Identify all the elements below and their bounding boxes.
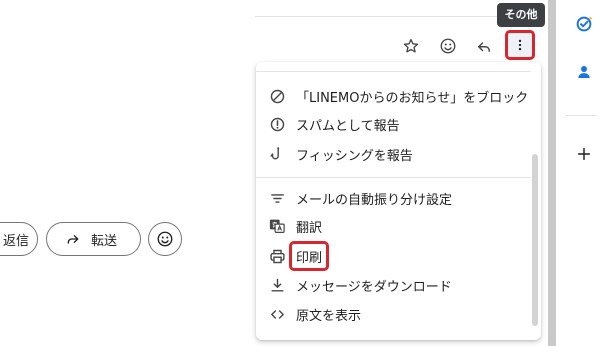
code-icon	[268, 305, 286, 323]
menu-item-label: 原文を表示	[296, 308, 362, 324]
print-highlight	[289, 241, 329, 271]
reply-label: 返信	[3, 233, 30, 249]
more-options-menu: 「LINEMOからのお知らせ」をブロック スパムとして報告 フィッシングを報告 …	[256, 62, 541, 340]
side-panel	[556, 0, 600, 346]
star-icon[interactable]	[399, 34, 423, 58]
gmail-message-view: その他 返信 転送 「LINEMOからのお知らせ」をブロック スパムとして報告 …	[0, 0, 600, 346]
more-options-button[interactable]	[505, 30, 535, 60]
menu-divider	[256, 177, 531, 178]
menu-item-label: 翻訳	[296, 220, 323, 236]
download-icon	[268, 276, 286, 294]
more-vert-icon	[513, 37, 527, 53]
emoji-reaction-button[interactable]	[148, 222, 182, 256]
filter-icon	[268, 189, 286, 207]
menu-item-report-phishing[interactable]: フィッシングを報告	[256, 140, 531, 168]
translate-icon	[268, 217, 286, 235]
forward-label: 転送	[91, 233, 118, 249]
block-icon	[268, 87, 286, 105]
rail-divider	[566, 115, 596, 116]
menu-item-filter-messages[interactable]: メールの自動振り分け設定	[256, 184, 531, 212]
menu-item-label: フィッシングを報告	[296, 148, 413, 164]
emoji-icon	[156, 230, 174, 248]
reply-button[interactable]: 返信	[0, 222, 38, 256]
menu-item-report-spam[interactable]: スパムとして報告	[256, 110, 531, 138]
menu-item-show-original[interactable]: 原文を表示	[256, 300, 531, 328]
forward-icon	[65, 231, 81, 247]
menu-item-label: スパムとして報告	[296, 118, 400, 134]
report-icon	[268, 115, 286, 133]
menu-item-label: メッセージをダウンロード	[296, 279, 452, 295]
reply-icon[interactable]	[472, 34, 496, 58]
emoji-icon[interactable]	[436, 34, 460, 58]
menu-item-block-sender[interactable]: 「LINEMOからのお知らせ」をブロック	[256, 82, 531, 110]
forward-button[interactable]: 転送	[46, 222, 141, 256]
page-scrollbar[interactable]	[548, 0, 556, 346]
menu-item-translate[interactable]: 翻訳	[256, 212, 531, 240]
add-icon[interactable]	[572, 142, 596, 166]
more-tooltip: その他	[497, 3, 545, 27]
phishing-hook-icon	[268, 145, 286, 163]
menu-scrollbar[interactable]	[532, 154, 538, 326]
menu-item-label: 「LINEMOからのお知らせ」をブロック	[296, 90, 529, 106]
menu-item-label: メールの自動振り分け設定	[296, 192, 453, 208]
menu-top-divider	[256, 71, 531, 72]
menu-item-download-message[interactable]: メッセージをダウンロード	[256, 271, 531, 299]
print-icon	[268, 247, 286, 265]
contacts-icon[interactable]	[572, 60, 596, 84]
tasks-icon[interactable]	[572, 12, 596, 36]
